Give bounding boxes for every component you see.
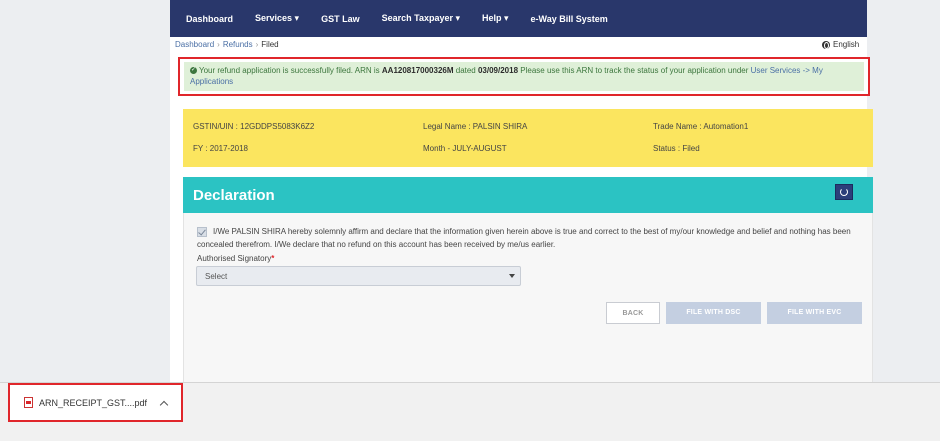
refresh-button[interactable] bbox=[835, 184, 853, 200]
declaration-header: Declaration bbox=[183, 177, 873, 213]
alert-mid: dated bbox=[453, 66, 478, 75]
trade-name-text: Trade Name : Automation1 bbox=[653, 122, 749, 131]
required-marker: * bbox=[271, 254, 275, 263]
pdf-file-icon bbox=[24, 397, 33, 408]
download-bar: ARN_RECEIPT_GST....pdf bbox=[0, 382, 940, 441]
nav-eway-bill[interactable]: e-Way Bill System bbox=[531, 14, 608, 24]
gstin-text: GSTIN/UIN : 12GDDPS5083K6Z2 bbox=[193, 122, 315, 131]
breadcrumb-dashboard[interactable]: Dashboard bbox=[175, 40, 214, 49]
signatory-select-value: Select bbox=[205, 272, 228, 281]
declaration-text: I/We PALSIN SHIRA hereby solemnly affirm… bbox=[197, 227, 851, 249]
refresh-icon bbox=[840, 188, 848, 196]
file-with-dsc-button[interactable]: FILE WITH DSC bbox=[666, 302, 761, 324]
check-circle-icon: ✓ bbox=[190, 67, 197, 75]
nav-help[interactable]: Help ▾ bbox=[482, 13, 509, 24]
downloaded-file-name: ARN_RECEIPT_GST....pdf bbox=[39, 397, 148, 408]
nav-services[interactable]: Services ▾ bbox=[255, 13, 299, 24]
status-text: Status : Filed bbox=[653, 144, 700, 153]
nav-search-taxpayer[interactable]: Search Taxpayer ▾ bbox=[382, 13, 460, 24]
downloaded-file-item[interactable]: ARN_RECEIPT_GST....pdf bbox=[8, 383, 183, 422]
file-with-evc-button[interactable]: FILE WITH EVC bbox=[767, 302, 862, 324]
breadcrumb-separator: › bbox=[217, 40, 220, 49]
breadcrumb-separator: › bbox=[255, 40, 259, 49]
taxpayer-info-card: GSTIN/UIN : 12GDDPS5083K6Z2 Legal Name :… bbox=[183, 109, 873, 167]
success-alert: ✓ Your refund application is successfully… bbox=[184, 62, 864, 91]
declaration-body: I/We PALSIN SHIRA hereby solemnly affirm… bbox=[183, 213, 873, 382]
top-navigation: Dashboard Services ▾ GST Law Search Taxp… bbox=[170, 0, 867, 37]
back-button[interactable]: BACK bbox=[606, 302, 660, 324]
authorised-signatory-select[interactable]: Select bbox=[196, 266, 521, 286]
alert-suffix: Please use this ARN to track the status … bbox=[518, 66, 751, 75]
chevron-up-icon[interactable] bbox=[159, 400, 169, 409]
arn-number: AA120817000326M bbox=[381, 66, 454, 75]
declaration-title: Declaration bbox=[193, 187, 275, 204]
breadcrumb-refunds[interactable]: Refunds bbox=[223, 40, 253, 49]
month-text: Month - JULY-AUGUST bbox=[423, 144, 507, 153]
fy-text: FY : 2017-2018 bbox=[193, 144, 249, 153]
signatory-label-text: Authorised Signatory bbox=[197, 254, 272, 263]
alert-prefix: Your refund application is successfully … bbox=[199, 66, 382, 75]
language-label: English bbox=[833, 40, 860, 49]
breadcrumb-current: Filed bbox=[261, 40, 279, 49]
nav-dashboard[interactable]: Dashboard bbox=[186, 14, 233, 24]
globe-icon bbox=[822, 40, 830, 49]
caret-down-icon bbox=[509, 274, 515, 278]
signatory-label: Authorised Signatory* bbox=[197, 254, 274, 263]
arn-date: 03/09/2018 bbox=[477, 66, 519, 75]
success-alert-highlight: ✓ Your refund application is successfully… bbox=[178, 57, 870, 96]
nav-gst-law[interactable]: GST Law bbox=[321, 14, 360, 24]
breadcrumb: Dashboard › Refunds › Filed bbox=[175, 40, 279, 49]
legal-name-text: Legal Name : PALSIN SHIRA bbox=[423, 122, 528, 131]
language-selector[interactable]: English bbox=[822, 40, 859, 49]
